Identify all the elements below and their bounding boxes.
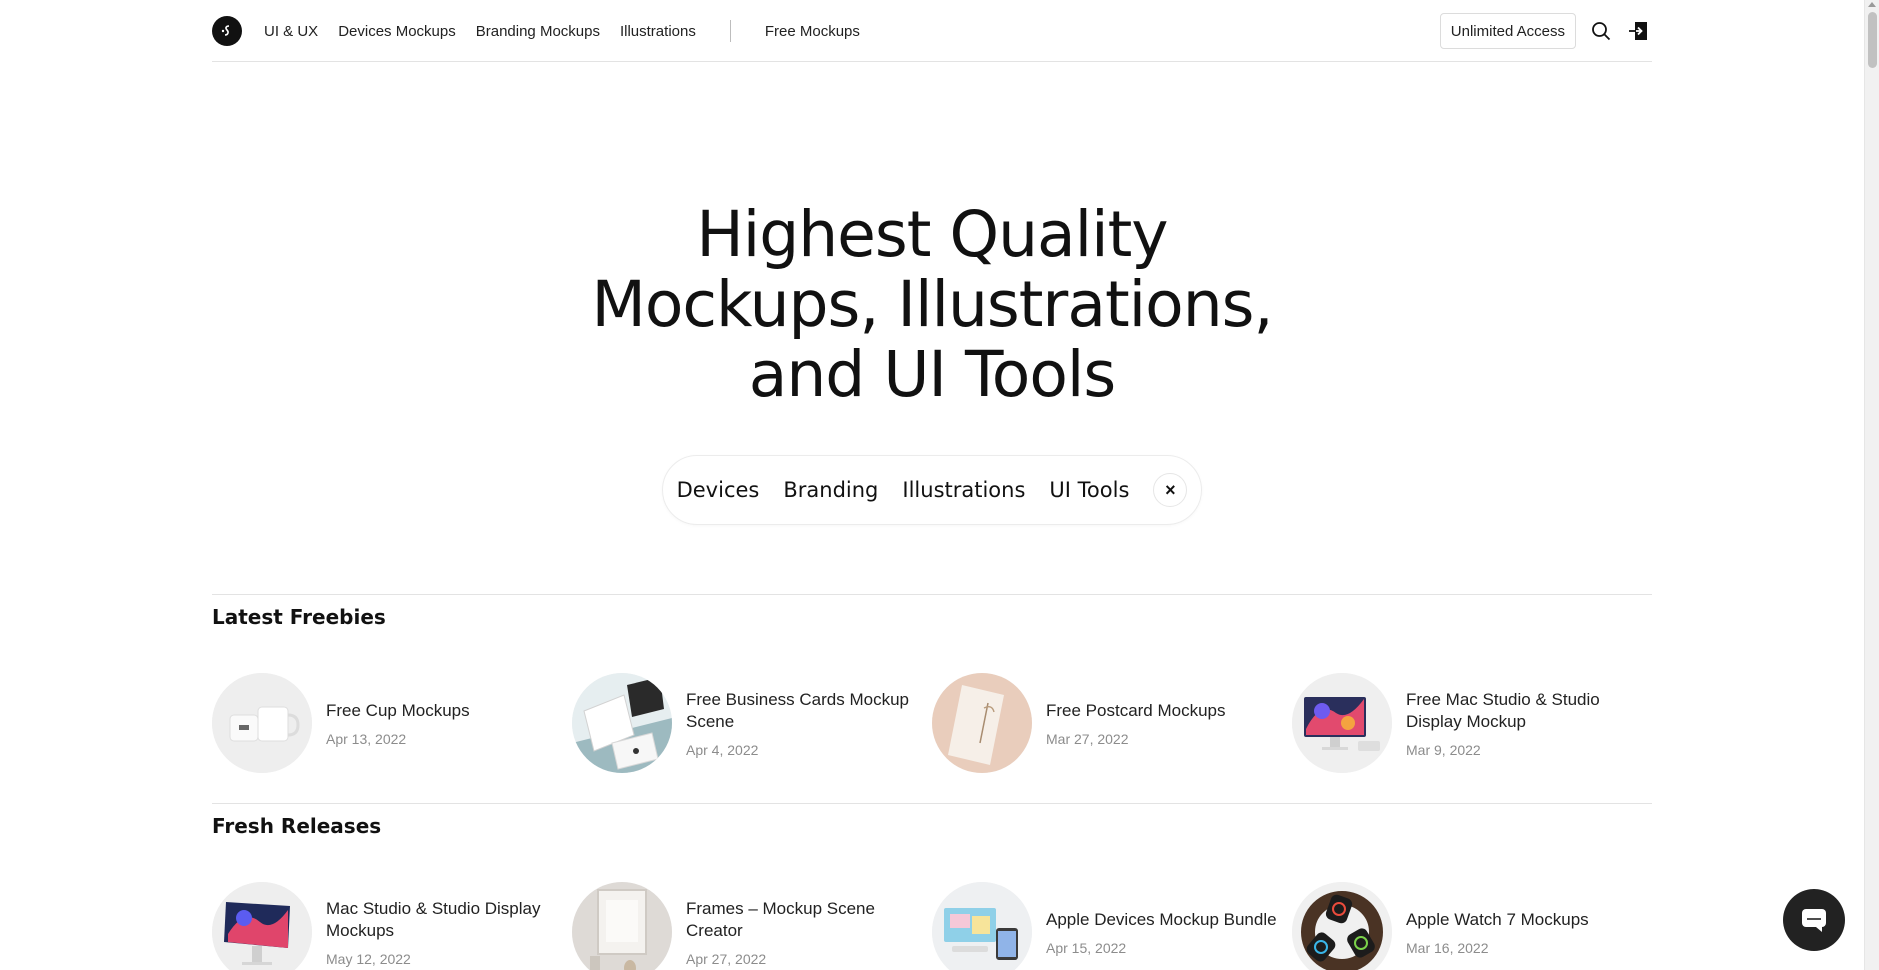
- card-free-mac-studio[interactable]: Free Mac Studio & Studio Display Mockup …: [1292, 673, 1652, 773]
- card-list: Mac Studio & Studio Display Mockups May …: [212, 882, 1652, 970]
- card-date: Apr 15, 2022: [1046, 939, 1127, 956]
- thumbnail-mac-studio: [1292, 673, 1392, 773]
- page: UI & UX Devices Mockups Branding Mockups…: [0, 0, 1864, 970]
- nav-divider: [729, 20, 731, 42]
- scroll-up-icon[interactable]: [1868, 2, 1876, 7]
- card-title: Free Cup Mockups: [326, 700, 470, 720]
- card-date: Mar 9, 2022: [1406, 741, 1481, 758]
- card-title: Frames – Mockup Scene Creator: [686, 898, 875, 940]
- hero-title-line3: and UI Tools: [748, 338, 1116, 411]
- card-title: Free Mac Studio & Studio Display Mockup: [1406, 689, 1600, 731]
- hero-title-line1: Highest Quality: [696, 198, 1168, 271]
- chat-icon[interactable]: [1783, 889, 1845, 951]
- card-date: Apr 13, 2022: [326, 730, 407, 747]
- hero: Highest Quality Mockups, Illustrations, …: [0, 200, 1864, 410]
- thumbnail-cups: [212, 673, 312, 773]
- main-nav: UI & UX Devices Mockups Branding Mockups…: [264, 0, 860, 62]
- section-title: Latest Freebies: [212, 605, 386, 629]
- card-free-cup-mockups[interactable]: Free Cup Mockups Apr 13, 2022: [212, 673, 572, 773]
- nav-free-mockups[interactable]: Free Mockups: [765, 23, 860, 40]
- thumbnail-apple-watch: [1292, 882, 1392, 970]
- close-icon[interactable]: ×: [1153, 473, 1188, 507]
- card-title: Apple Devices Mockup Bundle: [1046, 909, 1277, 929]
- hero-title: Highest Quality Mockups, Illustrations, …: [0, 200, 1864, 410]
- login-icon[interactable]: [1626, 18, 1652, 44]
- card-title: Apple Watch 7 Mockups: [1406, 909, 1589, 929]
- card-date: Mar 27, 2022: [1046, 730, 1129, 747]
- filter-ui-tools[interactable]: UI Tools: [1049, 478, 1129, 502]
- hero-title-line2: Mockups, Illustrations,: [591, 268, 1274, 341]
- thumbnail-apple-devices: [932, 882, 1032, 970]
- category-filter: Devices Branding Illustrations UI Tools …: [662, 455, 1202, 525]
- thumbnail-frames: [572, 882, 672, 970]
- fresh-releases-section: Fresh Releases Mac Studio & Studio Displ…: [212, 803, 1652, 970]
- card-date: Apr 4, 2022: [686, 741, 759, 758]
- latest-freebies-section: Latest Freebies Free Cup Mockups Apr 13,…: [212, 594, 1652, 804]
- nav-devices-mockups[interactable]: Devices Mockups: [338, 23, 456, 40]
- nav-illustrations[interactable]: Illustrations: [620, 23, 696, 40]
- card-free-business-cards[interactable]: Free Business Cards Mockup Scene Apr 4, …: [572, 673, 932, 773]
- card-date: May 12, 2022: [326, 950, 411, 967]
- card-mac-studio-display-mockups[interactable]: Mac Studio & Studio Display Mockups May …: [212, 882, 572, 970]
- thumbnail-business-cards: [572, 673, 672, 773]
- section-title: Fresh Releases: [212, 814, 382, 838]
- header-actions: Unlimited Access: [1439, 0, 1652, 62]
- card-frames-mockup-scene-creator[interactable]: Frames – Mockup Scene Creator Apr 27, 20…: [572, 882, 932, 970]
- card-title: Free Business Cards Mockup Scene: [686, 689, 909, 731]
- nav-branding-mockups[interactable]: Branding Mockups: [476, 23, 600, 40]
- unlimited-access-button[interactable]: Unlimited Access: [1439, 13, 1576, 49]
- thumbnail-postcard: [932, 673, 1032, 773]
- filter-illustrations[interactable]: Illustrations: [902, 478, 1025, 502]
- card-free-postcard-mockups[interactable]: Free Postcard Mockups Mar 27, 2022: [932, 673, 1292, 773]
- card-title: Mac Studio & Studio Display Mockups: [326, 898, 541, 940]
- scrollbar[interactable]: [1864, 0, 1879, 970]
- card-date: Apr 27, 2022: [686, 950, 767, 967]
- card-list: Free Cup Mockups Apr 13, 2022 Free Busin…: [212, 673, 1652, 773]
- nav-ui-ux[interactable]: UI & UX: [264, 23, 318, 40]
- card-apple-devices-bundle[interactable]: Apple Devices Mockup Bundle Apr 15, 2022: [932, 882, 1292, 970]
- card-date: Mar 16, 2022: [1406, 939, 1489, 956]
- filter-branding[interactable]: Branding: [783, 478, 878, 502]
- scroll-thumb[interactable]: [1868, 12, 1877, 68]
- card-apple-watch-7-mockups[interactable]: Apple Watch 7 Mockups Mar 16, 2022: [1292, 882, 1652, 970]
- site-header: UI & UX Devices Mockups Branding Mockups…: [212, 0, 1652, 62]
- card-title: Free Postcard Mockups: [1046, 700, 1226, 720]
- logo-icon[interactable]: [212, 16, 242, 46]
- filter-devices[interactable]: Devices: [677, 478, 760, 502]
- search-icon[interactable]: [1588, 18, 1614, 44]
- thumbnail-mac-studio-display: [212, 882, 312, 970]
